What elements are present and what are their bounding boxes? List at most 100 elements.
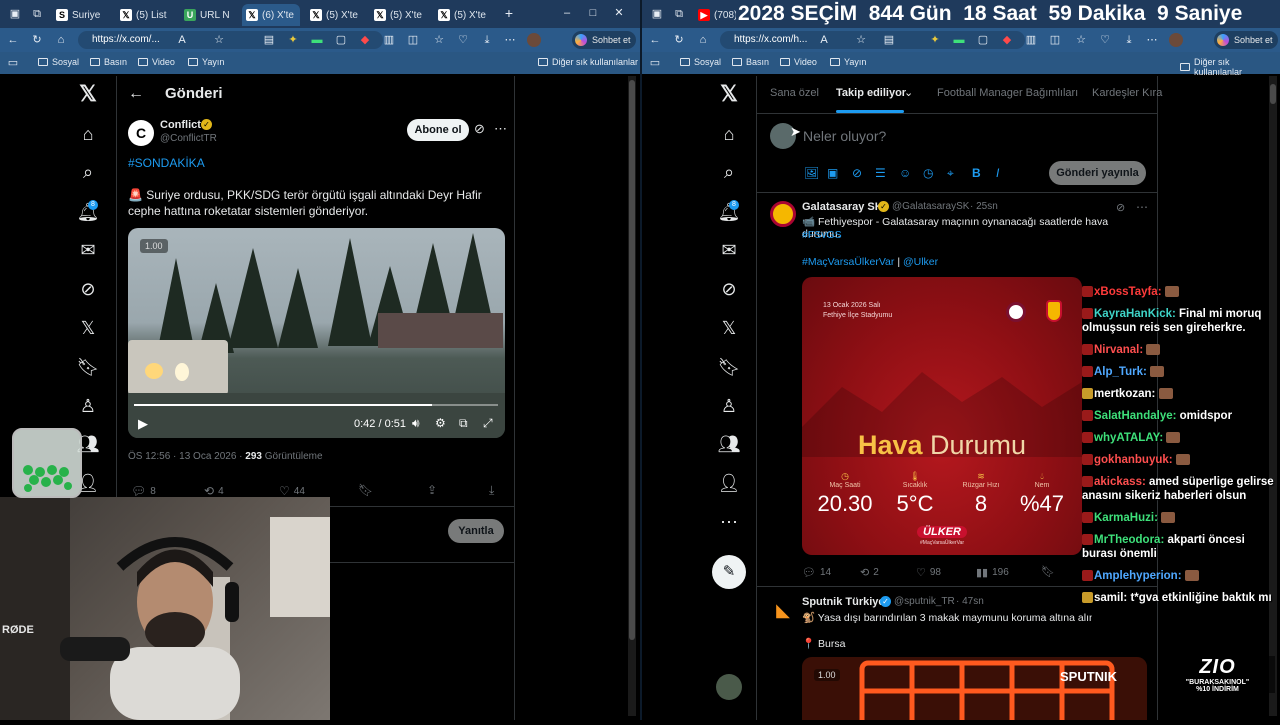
other-bookmarks[interactable]: Diğer sık kullanılanlar	[538, 57, 638, 67]
profile-avatar[interactable]	[527, 33, 541, 47]
extension-3-icon[interactable]: ▬	[310, 33, 324, 47]
bookmark-icon[interactable]: 🔖︎	[1041, 565, 1055, 578]
messages-nav-icon[interactable]: ✉	[717, 238, 741, 262]
bookmark-folder[interactable]: Sosyal	[38, 57, 79, 67]
minimize-icon[interactable]: –	[560, 6, 574, 20]
sputnik-video[interactable]: 1.00 SPUTNIK	[802, 657, 1147, 720]
scrollbar-thumb[interactable]	[629, 80, 635, 640]
post-button[interactable]: Gönderi yayınla	[1049, 161, 1146, 185]
media-icon[interactable]: 🖼︎	[804, 166, 819, 180]
playback-speed-badge[interactable]: 1.00	[140, 239, 168, 253]
extension-2-icon[interactable]: ✦	[928, 33, 942, 47]
back-icon[interactable]: ←	[648, 33, 662, 47]
tweet-author-name[interactable]: Galatasaray SK	[802, 201, 883, 213]
maximize-icon[interactable]: □	[586, 6, 600, 20]
refresh-icon[interactable]: ↻	[672, 33, 686, 47]
repost-action[interactable]: ⟲ 2	[860, 566, 879, 579]
jobs-nav-icon[interactable]: ♙	[717, 394, 741, 418]
jobs-nav-icon[interactable]: ♙	[76, 394, 100, 418]
like-action[interactable]: ♡ 98	[916, 566, 941, 579]
tweet-author-handle[interactable]: @GalatasaraySK	[892, 201, 969, 212]
video-progress-track[interactable]	[134, 404, 498, 406]
extension-1-icon[interactable]: ▤	[262, 33, 276, 47]
x-logo-icon[interactable]: 𝕏	[76, 82, 100, 106]
bookmarks-nav-icon[interactable]: 🔖︎	[76, 355, 100, 379]
share-icon[interactable]: ⇪	[427, 483, 437, 497]
compose-input[interactable]: Neler oluyor?	[803, 128, 886, 144]
menu-icon[interactable]: ⋯	[503, 33, 517, 47]
picture-in-picture-icon[interactable]: ⧉	[459, 416, 468, 431]
video-player[interactable]: 1.00 ▶ 0:42 / 0:51 🔊︎ ⚙ ⧉ ⤢	[128, 228, 505, 438]
tweet-author-handle[interactable]: @sputnik_TR	[894, 596, 955, 607]
tab-3[interactable]: U URL N	[180, 4, 234, 26]
bookmarks-nav-icon[interactable]: 🔖︎	[717, 355, 741, 379]
tweet-time[interactable]: · 47sn	[956, 596, 984, 607]
search-nav-icon[interactable]: ⌕	[717, 160, 741, 184]
grok-compose-icon[interactable]: ⊘	[852, 166, 862, 180]
home-nav-icon[interactable]: ⌂	[76, 122, 100, 146]
more-nav-icon[interactable]: ⋯	[717, 510, 741, 534]
weather-card-image[interactable]: 13 Ocak 2026 Salı Fethiye İlçe Stadyumu …	[802, 277, 1082, 555]
italic-icon[interactable]: I	[996, 166, 999, 180]
tab-list-football-manager[interactable]: Football Manager Bağımlıları	[937, 87, 1078, 99]
location-icon[interactable]: ⌖	[947, 166, 954, 181]
tab-4-active[interactable]: 𝕏 (6) X'te	[242, 4, 300, 26]
tweet-hashtag[interactable]: #MaçVarsaÜlkerVar	[802, 256, 894, 268]
profile-nav-icon[interactable]: 👤︎	[717, 471, 741, 495]
collections-icon[interactable]: ☆	[1074, 33, 1088, 47]
extension-1-icon[interactable]: ▤	[882, 33, 896, 47]
grok-icon[interactable]: ⊘	[1116, 201, 1125, 214]
author-avatar[interactable]: C	[128, 120, 154, 146]
favorite-star-icon[interactable]: ☆	[212, 33, 226, 47]
youtube-tab[interactable]: ▶ (708)	[694, 4, 736, 26]
x-logo-icon[interactable]: 𝕏	[717, 82, 741, 106]
tab-following[interactable]: Takip ediliyor	[836, 87, 906, 99]
home-nav-icon[interactable]: ⌂	[717, 122, 741, 146]
reply-action[interactable]: 💬︎ 14	[802, 566, 831, 579]
tab-for-you[interactable]: Sana özel	[770, 87, 819, 99]
tab-5[interactable]: 𝕏 (5) X'te	[306, 4, 362, 26]
bookmark-folder[interactable]: Video	[138, 57, 175, 67]
bookmark-folder[interactable]: Yayın	[830, 57, 866, 67]
settings-gear-icon[interactable]: ⚙	[435, 416, 446, 430]
tweet-mention[interactable]: @Ulker	[903, 256, 938, 268]
sidebar-toggle-icon[interactable]: ▭	[648, 56, 662, 70]
repost-action[interactable]: ⟲ 4	[204, 484, 224, 498]
workspaces-icon[interactable]: ▣	[650, 7, 664, 21]
browser-essentials-icon[interactable]: ♡	[1098, 33, 1112, 47]
more-icon[interactable]: ⋯	[494, 121, 507, 137]
split-screen-icon[interactable]: ◫	[1048, 33, 1062, 47]
workspaces-icon[interactable]: ▣	[8, 7, 22, 21]
extension-2-icon[interactable]: ✦	[286, 33, 300, 47]
account-avatar[interactable]	[716, 674, 742, 700]
copilot-button[interactable]: Sohbet et	[572, 31, 636, 49]
read-aloud-icon[interactable]: A	[817, 33, 831, 47]
search-nav-icon[interactable]: ⌕	[76, 160, 100, 184]
scrollbar-thumb[interactable]	[1270, 84, 1276, 104]
scrollbar[interactable]	[628, 76, 636, 716]
extension-4-icon[interactable]: ▢	[976, 33, 990, 47]
galatasaray-avatar[interactable]	[770, 201, 796, 227]
sidebar-toggle-icon[interactable]: ▭	[6, 56, 20, 70]
extension-4-icon[interactable]: ▢	[334, 33, 348, 47]
sputnik-avatar[interactable]: ◣	[770, 597, 796, 623]
fullscreen-icon[interactable]: ⤢	[483, 416, 493, 431]
extension-5-icon[interactable]: ◆	[1000, 33, 1014, 47]
reply-button[interactable]: Yanıtla	[448, 519, 504, 543]
extension-3-icon[interactable]: ▬	[952, 33, 966, 47]
tab-actions-icon[interactable]: ⧉	[672, 7, 686, 21]
follow-button[interactable]: Abone ol	[407, 119, 469, 141]
download-icon[interactable]: ⤓	[489, 483, 494, 498]
home-icon[interactable]: ⌂	[696, 33, 710, 47]
author-handle[interactable]: @ConflictTR	[160, 133, 217, 144]
play-icon[interactable]: ▶	[138, 416, 148, 432]
chevron-down-icon[interactable]: ⌄	[904, 86, 913, 99]
emoji-icon[interactable]: ☺	[899, 166, 911, 180]
author-name[interactable]: Conflict	[160, 119, 201, 131]
grok-nav-icon[interactable]: ⊘	[717, 277, 741, 301]
tweet-time[interactable]: · 25sn	[970, 201, 998, 212]
more-icon[interactable]: ⋯	[1136, 200, 1148, 214]
communities-nav-icon[interactable]: 👥︎	[717, 432, 741, 456]
extension-5-icon[interactable]: ◆	[358, 33, 372, 47]
tweet-hashtag[interactable]: #FSvGS	[802, 229, 842, 241]
